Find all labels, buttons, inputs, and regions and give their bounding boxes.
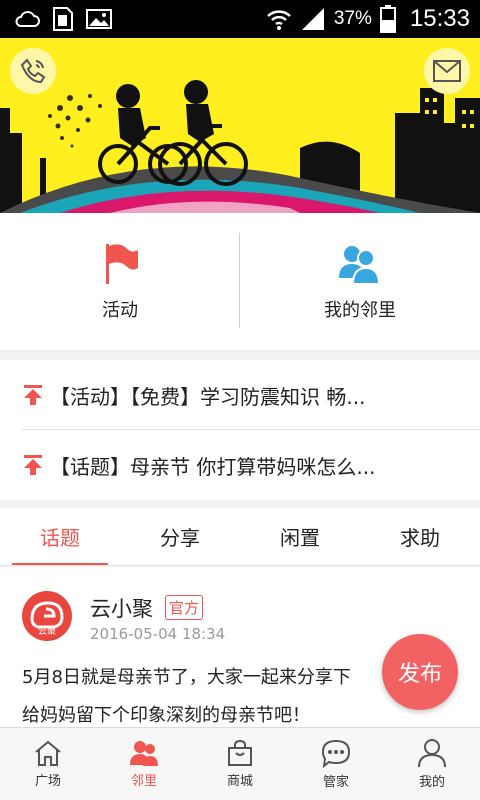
news-item-text: 【话题】母亲节 你打算带妈咪怎么...	[50, 454, 376, 479]
nav-label: 邻里	[130, 774, 157, 789]
tab-share[interactable]: 分享	[120, 508, 240, 565]
neighbors-icon	[339, 245, 381, 285]
top-arrow-icon	[24, 385, 42, 405]
bottom-nav: 广场 邻里 商城 管家 我的	[0, 727, 480, 800]
nav-label: 广场	[34, 774, 61, 789]
news-list: 【活动】【免费】学习防震知识 畅... 【话题】母亲节 你打算带妈咪怎么...	[0, 360, 480, 500]
post-time: 2016-05-04 18:34	[90, 625, 226, 643]
publish-button[interactable]: 发布	[382, 634, 458, 710]
nav-label: 管家	[322, 775, 349, 790]
official-badge: 官方	[165, 595, 204, 620]
quick-entry-activity-label: 活动	[102, 299, 138, 321]
avatar[interactable]: 云聚	[22, 591, 72, 641]
status-right: 37% 15:33	[266, 0, 470, 38]
user-icon	[418, 739, 446, 768]
tab-topics[interactable]: 话题	[0, 508, 120, 565]
image-icon	[86, 9, 112, 29]
app-screen: 37% 15:33 活动 我的邻里 【活动】【免费】学习防震知识 畅... 【话…	[0, 0, 480, 800]
people-icon	[130, 741, 158, 766]
phone-icon	[20, 58, 46, 84]
category-tabs: 话题 分享 闲置 求助	[0, 508, 480, 566]
news-item[interactable]: 【活动】【免费】学习防震知识 畅...	[22, 360, 458, 430]
tab-idle[interactable]: 闲置	[240, 508, 360, 565]
quick-divider	[239, 233, 240, 328]
quick-entries: 活动 我的邻里	[0, 213, 480, 350]
banner[interactable]	[0, 38, 480, 213]
news-item[interactable]: 【话题】母亲节 你打算带妈咪怎么...	[22, 430, 458, 500]
nav-item-butler[interactable]: 管家	[288, 728, 384, 800]
status-bar: 37% 15:33	[0, 0, 480, 38]
bag-icon	[228, 739, 252, 766]
signal-icon	[301, 8, 324, 30]
cloud-icon	[15, 11, 40, 27]
flag-icon	[106, 243, 138, 284]
mail-button[interactable]	[424, 48, 470, 94]
nav-label: 商城	[226, 774, 253, 789]
call-button[interactable]	[10, 48, 56, 94]
home-icon	[35, 740, 61, 766]
post-author[interactable]: 云小聚	[90, 593, 153, 623]
nav-item-mall[interactable]: 商城	[192, 728, 288, 800]
nav-item-plaza[interactable]: 广场	[0, 728, 96, 800]
nav-item-neighbors[interactable]: 邻里	[96, 728, 192, 800]
post-text-line: 给妈妈留下个印象深刻的母亲节吧！	[22, 705, 310, 726]
banner-illustration	[0, 80, 480, 213]
battery-percent: 37%	[333, 8, 372, 29]
top-arrow-icon	[24, 455, 42, 475]
chat-icon	[321, 739, 351, 768]
status-left-icons	[14, 6, 112, 32]
tab-help[interactable]: 求助	[360, 508, 480, 565]
news-item-text: 【活动】【免费】学习防震知识 畅...	[50, 384, 366, 409]
status-time: 15:33	[409, 5, 470, 32]
sim-icon	[53, 7, 73, 31]
avatar-text: 云聚	[37, 627, 56, 637]
post-text-line: 5月8日就是母亲节了，大家一起来分享下	[22, 667, 351, 688]
quick-entry-neighbors[interactable]: 我的邻里	[240, 213, 480, 350]
quick-entry-neighbors-label: 我的邻里	[324, 299, 396, 321]
battery-icon	[379, 5, 396, 33]
nav-label: 我的	[418, 775, 445, 790]
quick-entry-activity[interactable]: 活动	[0, 213, 240, 350]
nav-item-mine[interactable]: 我的	[384, 728, 480, 800]
wifi-icon	[267, 10, 291, 30]
mail-icon	[433, 60, 461, 82]
